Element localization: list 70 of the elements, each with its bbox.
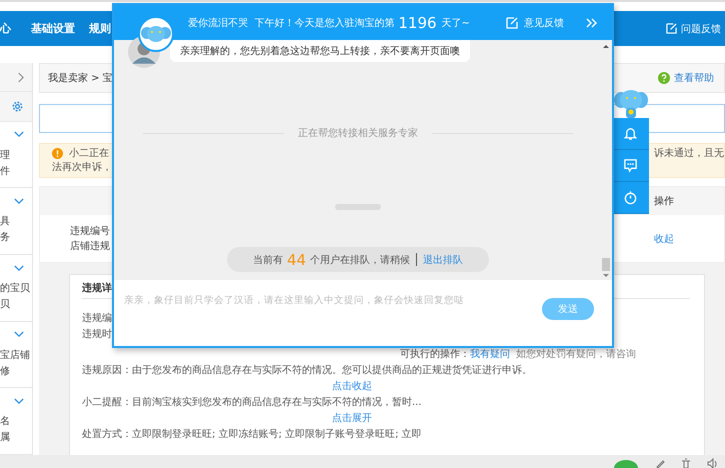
elephant-mascot-icon[interactable] <box>612 88 648 118</box>
help-link[interactable]: 查看帮助 <box>674 71 714 85</box>
field-value: 目前淘宝核实到您发布的商品信息存在与实际不符的情况，暂时... <box>132 396 422 410</box>
sidebar-item[interactable]: 贝 <box>0 297 10 314</box>
chat-icon[interactable] <box>623 158 638 173</box>
chevron-down-icon[interactable] <box>14 131 24 138</box>
feedback-link[interactable]: 问题反馈 <box>681 22 721 36</box>
greeting-text: 爱你流泪不哭 下午好！今天是您入驻淘宝的第 <box>188 16 394 30</box>
question-link[interactable]: 我有疑问 <box>470 347 510 363</box>
double-chevron-icon[interactable] <box>586 16 598 28</box>
breadcrumb[interactable]: 我是卖家 > 宝 <box>48 71 113 85</box>
pen-icon[interactable] <box>655 458 665 468</box>
warning-icon <box>52 148 63 159</box>
field-label: 违规原因： <box>82 364 132 378</box>
queue-text: 当前有 <box>252 254 283 266</box>
scroll-down-icon[interactable] <box>603 274 609 278</box>
scroll-up-icon[interactable] <box>603 44 609 48</box>
notice-text: 小二正在 <box>69 146 109 160</box>
sidebar-item[interactable]: 宝店铺 <box>0 348 30 364</box>
column-header: 操作 <box>654 195 675 208</box>
nav-item[interactable]: 规则 <box>89 21 111 36</box>
field-label: 违规时 <box>82 328 112 342</box>
sidebar-item[interactable]: 理 <box>0 148 10 164</box>
status-icon[interactable] <box>613 458 639 468</box>
stopwatch-icon[interactable] <box>623 190 638 205</box>
sidebar-item[interactable]: 件 <box>0 164 10 180</box>
sidebar-item[interactable]: 具 <box>0 214 10 230</box>
help-icon <box>658 72 670 84</box>
status-text: 正在帮您转接相关服务专家 <box>298 126 418 140</box>
field-label: 违规编 <box>82 312 112 326</box>
speaker-icon[interactable] <box>707 458 717 468</box>
violation-id: 违规编号 <box>70 224 110 238</box>
notice-text: 诉未通过，且无 <box>654 146 724 160</box>
toggle-link[interactable]: 点击展开 <box>332 411 372 427</box>
settings-icon[interactable] <box>11 100 24 114</box>
collapse-link[interactable]: 收起 <box>654 232 684 246</box>
message-bubble: 亲亲理解的，您先别着急这边帮您马上转接，亲不要离开页面噢 <box>170 40 470 62</box>
chevron-down-icon[interactable] <box>14 331 24 338</box>
field-label: 小二提醒： <box>82 396 132 410</box>
queue-text: 个用户在排队，请稍候 <box>310 254 410 266</box>
edit-icon <box>666 23 677 34</box>
sidebar-item[interactable]: 修 <box>0 364 10 380</box>
exit-queue-link[interactable]: 退出排队 <box>423 252 464 266</box>
sidebar-item[interactable]: 的宝贝 <box>0 281 30 298</box>
nav-item[interactable]: 基础设置 <box>31 21 75 36</box>
queue-count: 44 <box>286 250 306 268</box>
chevron-down-icon[interactable] <box>14 264 24 272</box>
chevron-down-icon[interactable] <box>14 198 24 205</box>
scroll-thumb[interactable] <box>602 258 610 271</box>
details-title: 违规详 <box>82 281 112 295</box>
sidebar-item[interactable]: 务 <box>0 230 10 246</box>
sidebar-item[interactable]: 属 <box>0 430 10 446</box>
scrollbar[interactable] <box>602 44 610 278</box>
trash-icon[interactable] <box>681 458 691 468</box>
field-label: 处置方式： <box>82 428 132 442</box>
day-count: 1196 <box>398 14 437 32</box>
sidebar-item[interactable]: 名 <box>0 414 10 430</box>
chevron-right-icon[interactable] <box>17 72 24 83</box>
greeting-text: 天了~ <box>442 16 470 30</box>
bell-icon[interactable] <box>623 126 638 141</box>
field-value: 立即限制登录旺旺; 立即冻结账号; 立即限制子账号登录旺旺; 立即 <box>132 428 422 442</box>
feedback-link[interactable]: 意见反馈 <box>524 16 564 30</box>
violation-type: 店铺违规 <box>70 240 110 254</box>
field-value: 由于您发布的商品信息存在与实际不符的情况。您可以提供商品的正规进货凭证进行申诉。 <box>132 364 532 378</box>
edit-icon <box>506 16 518 28</box>
field-label: 可执行的操作： <box>400 348 470 362</box>
notice-text: 法再次申诉， <box>52 160 112 174</box>
hint-text: 如您对处罚有疑问，请咨询 <box>516 348 636 362</box>
toggle-link[interactable]: 点击收起 <box>332 379 372 395</box>
chevron-down-icon[interactable] <box>14 398 24 405</box>
